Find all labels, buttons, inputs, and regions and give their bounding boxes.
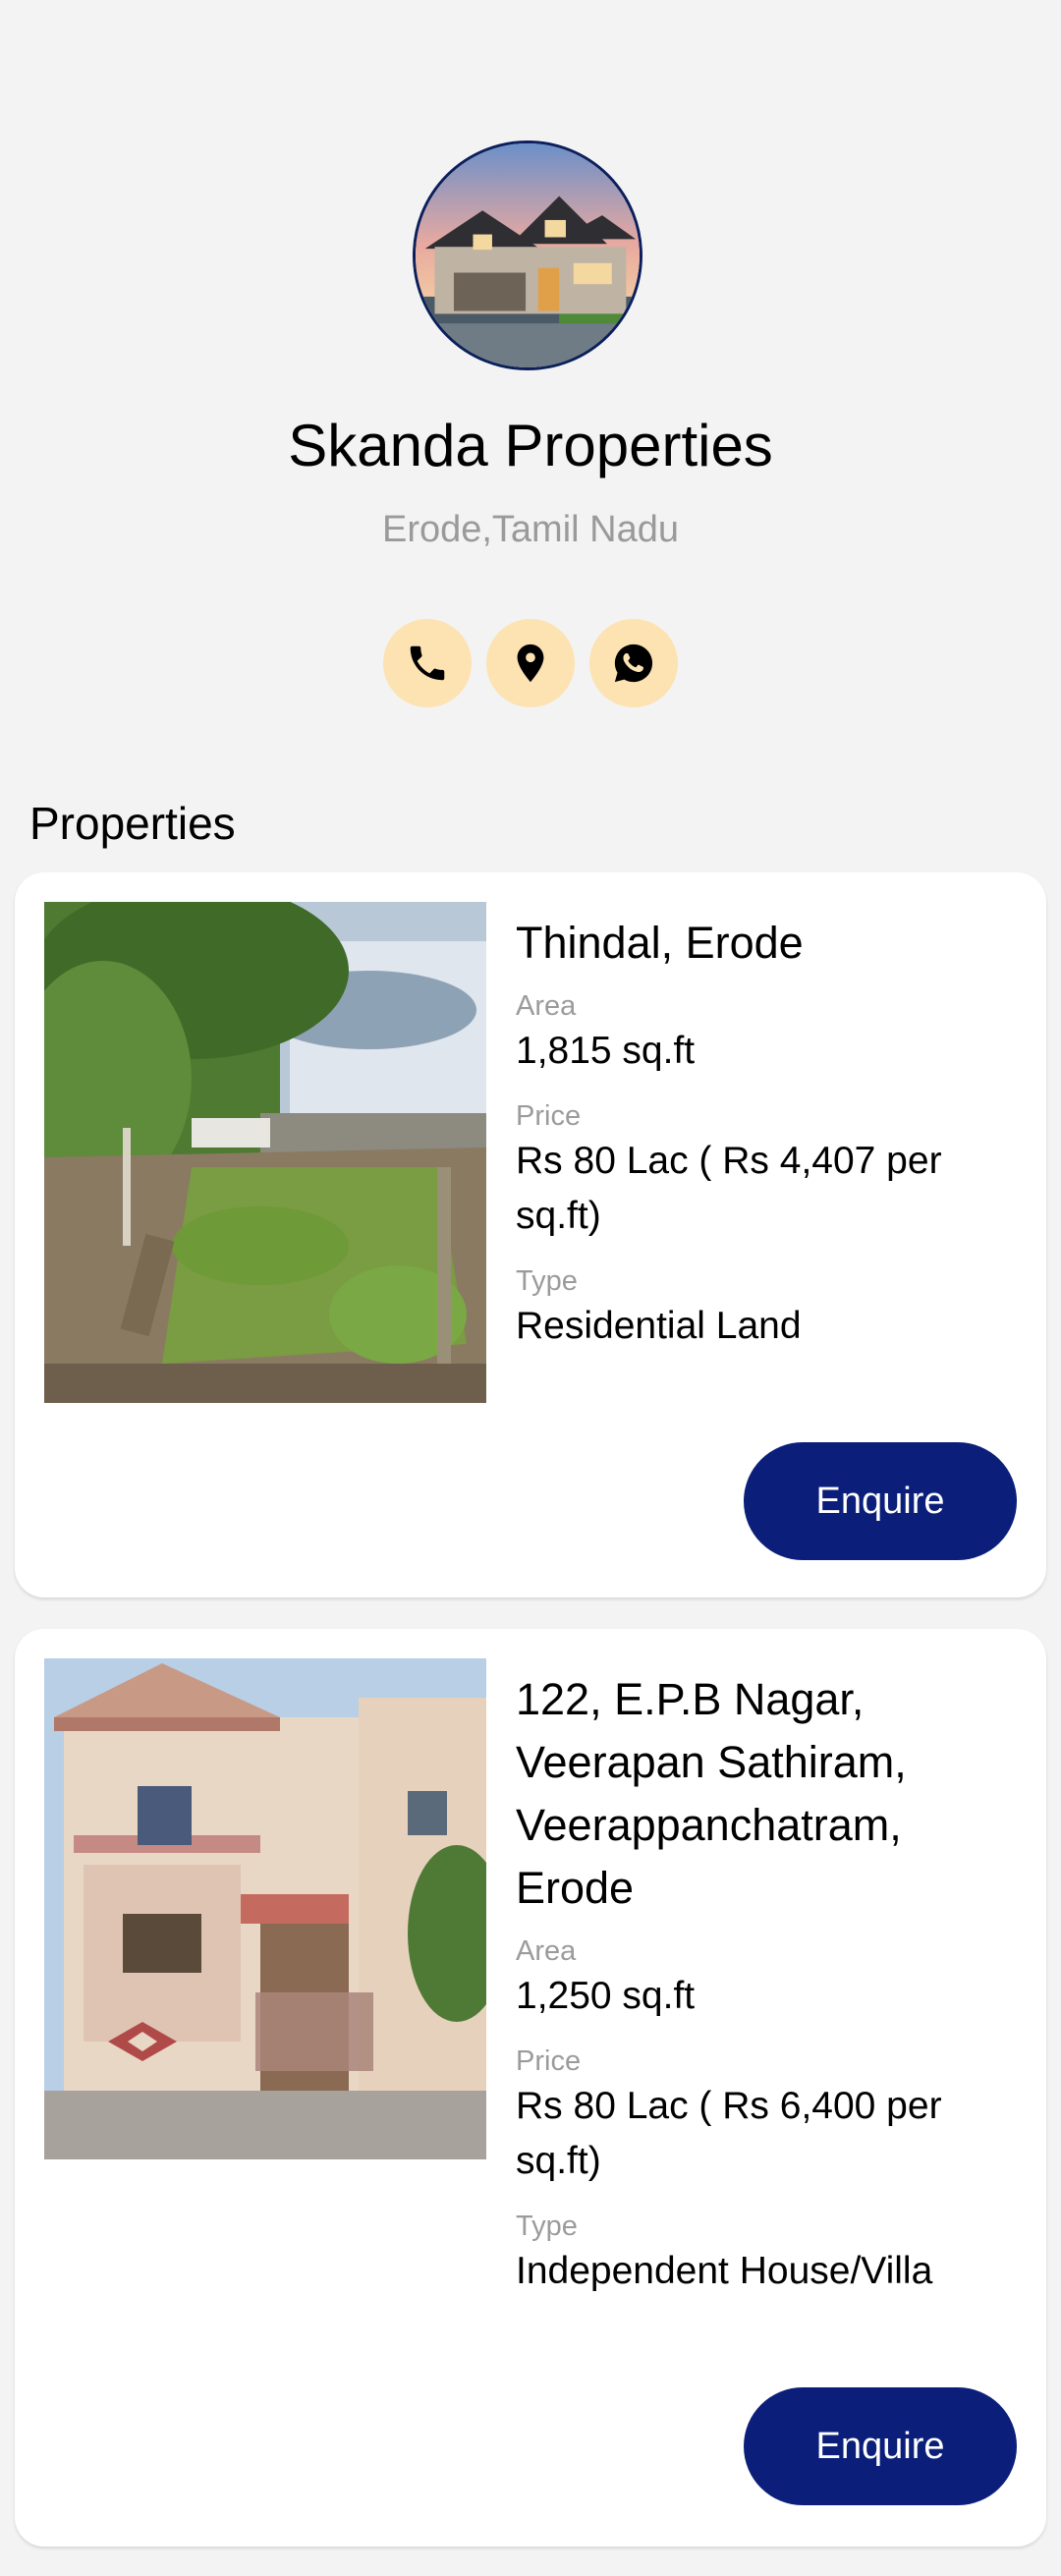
type-value: Independent House/Villa xyxy=(516,2250,933,2292)
company-avatar xyxy=(413,140,642,370)
property-info: 122, E.P.B Nagar, Veerapan Sathiram, Vee… xyxy=(516,1668,1017,2319)
area-value: 1,815 sq.ft xyxy=(516,1030,696,1072)
company-location: Erode,Tamil Nadu xyxy=(381,509,680,550)
phone-button[interactable] xyxy=(383,619,472,707)
phone-icon xyxy=(410,645,445,681)
price-label: Price xyxy=(516,1100,582,1132)
type-label: Type xyxy=(516,2211,578,2242)
whatsapp-button[interactable] xyxy=(589,619,678,707)
land-photo-icon xyxy=(44,902,486,1403)
location-button[interactable] xyxy=(486,619,575,707)
area-value: 1,250 sq.ft xyxy=(516,1975,696,2017)
property-info: Thindal, Erode Area 1,815 sq.ft Price Rs… xyxy=(516,912,1017,1373)
property-photo[interactable] xyxy=(44,1658,486,2159)
enquire-button[interactable]: Enquire xyxy=(744,2387,1017,2505)
property-card: Thindal, Erode Area 1,815 sq.ft Price Rs… xyxy=(15,872,1046,1597)
location-pin-icon xyxy=(517,644,544,683)
property-title: 122, E.P.B Nagar, Veerapan Sathiram, Vee… xyxy=(516,1674,907,1913)
whatsapp-icon xyxy=(614,644,653,683)
property-title: Thindal, Erode xyxy=(516,918,804,968)
enquire-button[interactable]: Enquire xyxy=(744,1442,1017,1560)
area-label: Area xyxy=(516,990,577,1022)
price-value: Rs 80 Lac ( Rs 4,407 per sq.ft) xyxy=(516,1140,942,1237)
contact-icons xyxy=(383,619,678,707)
price-label: Price xyxy=(516,2045,582,2077)
property-card: 122, E.P.B Nagar, Veerapan Sathiram, Vee… xyxy=(15,1629,1046,2547)
property-photo[interactable] xyxy=(44,902,486,1403)
type-value: Residential Land xyxy=(516,1305,802,1347)
company-name: Skanda Properties xyxy=(288,413,773,478)
price-value: Rs 80 Lac ( Rs 6,400 per sq.ft) xyxy=(516,2085,942,2182)
area-label: Area xyxy=(516,1935,577,1967)
properties-section-title: Properties xyxy=(29,798,236,849)
type-label: Type xyxy=(516,1265,578,1297)
house-photo-icon xyxy=(416,143,640,367)
house-photo-icon xyxy=(44,1658,486,2159)
